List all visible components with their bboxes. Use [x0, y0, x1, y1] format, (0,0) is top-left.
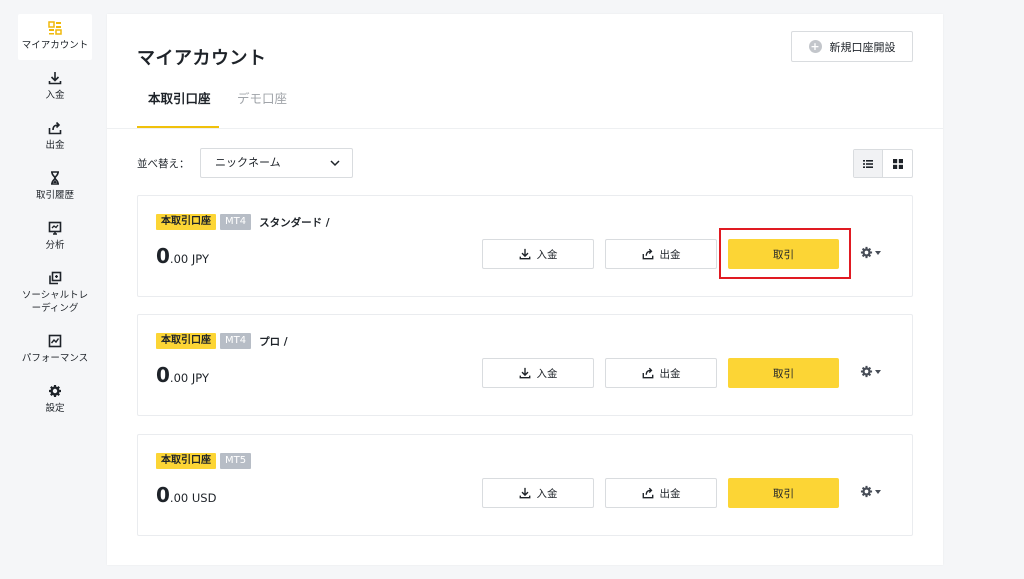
- upload-icon: [642, 487, 653, 499]
- sidebar: マイアカウント 入金 出金 取引履歴 分析 ソーシャルトレーディング パフォーマ…: [0, 0, 92, 579]
- upload-icon: [48, 120, 62, 136]
- upload-icon: [642, 248, 653, 260]
- gear-icon: [860, 246, 873, 259]
- platform-badge: MT4: [220, 214, 252, 230]
- chart-icon: [48, 333, 62, 349]
- dashboard-icon: [48, 20, 62, 36]
- trade-button[interactable]: 取引: [728, 239, 839, 269]
- gear-icon: [860, 485, 873, 498]
- sidebar-item-performance[interactable]: パフォーマンス: [18, 333, 92, 365]
- main-card: マイアカウント + 新規口座開設 本取引口座 デモ口座 並べ替え： ニックネーム…: [107, 14, 943, 565]
- copy-icon: [48, 270, 62, 286]
- tab-demo-account[interactable]: デモ口座: [237, 88, 287, 111]
- chevron-down-icon: [330, 160, 340, 167]
- sidebar-item-withdraw[interactable]: 出金: [18, 120, 92, 152]
- sidebar-item-my-account[interactable]: マイアカウント: [18, 14, 92, 60]
- plus-circle-icon: +: [808, 40, 822, 53]
- sidebar-item-social-trading[interactable]: ソーシャルトレーディング: [18, 270, 92, 315]
- deposit-label: 入金: [536, 487, 558, 500]
- trade-button[interactable]: 取引: [728, 358, 839, 388]
- balance-integer: 0: [156, 483, 170, 507]
- list-view-button[interactable]: [854, 150, 884, 177]
- new-account-button[interactable]: + 新規口座開設: [791, 31, 913, 62]
- upload-icon: [642, 367, 653, 379]
- sidebar-item-label: 分析: [45, 240, 65, 251]
- account-type-badge: 本取引口座: [156, 333, 216, 349]
- caret-down-icon: [875, 250, 881, 255]
- new-account-label: 新規口座開設: [829, 40, 896, 54]
- account-settings-menu[interactable]: [860, 485, 881, 498]
- deposit-button[interactable]: 入金: [482, 358, 594, 388]
- download-icon: [519, 367, 530, 379]
- caret-down-icon: [875, 369, 881, 374]
- gear-icon: [860, 365, 873, 378]
- balance-decimal-currency: .00 JPY: [169, 252, 209, 266]
- withdraw-label: 出金: [659, 367, 681, 380]
- account-settings-menu[interactable]: [860, 246, 881, 259]
- withdraw-label: 出金: [659, 487, 681, 500]
- account-balance: 0.00 JPY: [156, 363, 209, 387]
- account-settings-menu[interactable]: [860, 365, 881, 378]
- sidebar-item-settings[interactable]: 設定: [18, 383, 92, 415]
- platform-badge: MT4: [220, 333, 252, 349]
- withdraw-label: 出金: [659, 248, 681, 261]
- analysis-icon: [48, 220, 62, 236]
- page-title: マイアカウント: [137, 48, 267, 69]
- balance-decimal-currency: .00 JPY: [169, 371, 209, 385]
- account-name: スタンダード /: [259, 216, 330, 229]
- balance-integer: 0: [156, 244, 170, 268]
- account-tabs: 本取引口座 デモ口座: [137, 88, 943, 130]
- account-card: 本取引口座 MT5 0.00 USD 入金 出金 取引: [137, 434, 913, 536]
- caret-down-icon: [875, 489, 881, 494]
- download-icon: [48, 70, 62, 86]
- tab-live-account[interactable]: 本取引口座: [148, 88, 211, 111]
- account-name: プロ /: [259, 335, 288, 348]
- trade-button[interactable]: 取引: [728, 478, 839, 508]
- list-icon: [863, 159, 873, 168]
- sidebar-item-label: 入金: [45, 90, 65, 101]
- sidebar-item-deposit[interactable]: 入金: [18, 70, 92, 102]
- sidebar-item-label: 出金: [45, 140, 65, 151]
- balance-decimal-currency: .00 USD: [169, 491, 217, 505]
- withdraw-button[interactable]: 出金: [605, 358, 717, 388]
- account-type-badge: 本取引口座: [156, 453, 216, 469]
- sort-label: 並べ替え：: [137, 158, 190, 170]
- download-icon: [519, 248, 530, 260]
- account-balance: 0.00 USD: [156, 483, 216, 507]
- gear-icon: [48, 383, 62, 399]
- withdraw-button[interactable]: 出金: [605, 478, 717, 508]
- sort-selected-value: ニックネーム: [215, 156, 281, 169]
- withdraw-button[interactable]: 出金: [605, 239, 717, 269]
- balance-integer: 0: [156, 363, 170, 387]
- deposit-label: 入金: [536, 367, 558, 380]
- sidebar-item-history[interactable]: 取引履歴: [18, 170, 92, 202]
- sidebar-item-analysis[interactable]: 分析: [18, 220, 92, 252]
- sort-dropdown[interactable]: ニックネーム: [200, 148, 353, 178]
- account-type-badge: 本取引口座: [156, 214, 216, 230]
- tabs-divider: [107, 128, 943, 129]
- sidebar-item-label: 設定: [45, 403, 65, 414]
- sidebar-item-label: ソーシャルトレーディング: [21, 290, 89, 314]
- view-toggle: [853, 149, 913, 178]
- hourglass-icon: [48, 170, 62, 186]
- account-card: 本取引口座 MT4 プロ / 0.00 JPY 入金 出金 取引: [137, 314, 913, 416]
- deposit-button[interactable]: 入金: [482, 478, 594, 508]
- account-card: 本取引口座 MT4 スタンダード / 0.00 JPY 入金 出金 取引: [137, 195, 913, 297]
- account-balance: 0.00 JPY: [156, 244, 209, 268]
- grid-icon: [892, 158, 903, 169]
- sidebar-item-label: パフォーマンス: [21, 353, 89, 364]
- download-icon: [519, 487, 530, 499]
- deposit-label: 入金: [536, 248, 558, 261]
- sidebar-item-label: マイアカウント: [21, 40, 89, 51]
- platform-badge: MT5: [220, 453, 252, 469]
- sidebar-item-label: 取引履歴: [35, 190, 74, 201]
- deposit-button[interactable]: 入金: [482, 239, 594, 269]
- grid-view-button[interactable]: [883, 150, 912, 177]
